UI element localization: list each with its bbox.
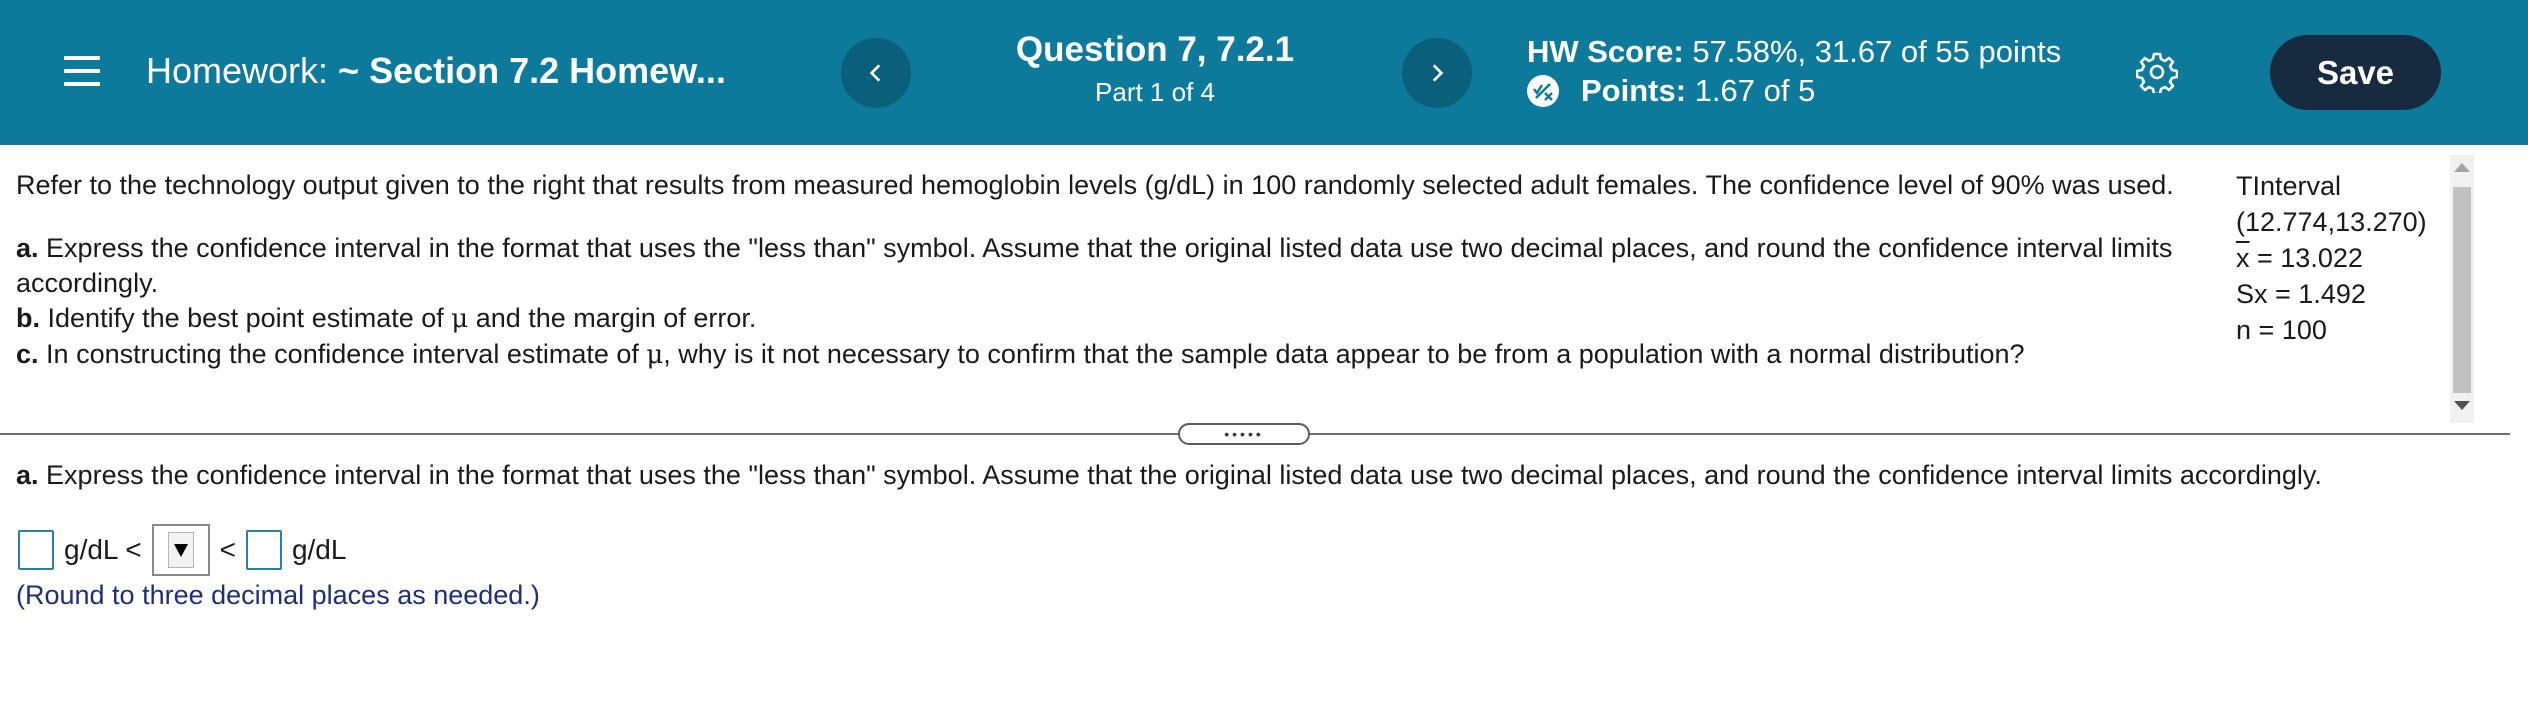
part-b-tail: and the margin of error. (475, 303, 757, 333)
rounding-note: (Round to three decimal places as needed… (16, 580, 540, 610)
part-a-text: Express the confidence interval in the f… (16, 233, 2173, 298)
n-value: = 100 (2258, 315, 2327, 345)
question-scrollbar[interactable] (2450, 155, 2474, 423)
caret-down-icon (173, 544, 188, 557)
answer-part-a-text: Express the confidence interval in the f… (46, 460, 2322, 490)
question-part: Part 1 of 4 (1095, 77, 1215, 107)
output-xbar: x = 13.022 (2236, 240, 2427, 276)
question-part-a: a. Express the confidence interval in th… (16, 231, 2196, 301)
output-title: TInterval (2236, 171, 2342, 201)
question-part-b: b. Identify the best point estimate of μ… (16, 301, 2196, 337)
menu-icon[interactable] (64, 56, 100, 86)
hw-score: HW Score: 57.58%, 31.67 of 55 points (1527, 34, 2061, 70)
hw-score-value: 57.58%, 31.67 of 55 points (1692, 34, 2062, 69)
upper-limit-input[interactable] (245, 530, 282, 570)
technology-output: TInterval (12.774,13.270) x = 13.022 Sx … (2236, 168, 2427, 348)
homework-section-name: ~ Section 7.2 Homew... (338, 50, 726, 91)
answer-part-a: a. Express the confidence interval in th… (16, 460, 2322, 491)
sx-label: Sx (2236, 279, 2268, 309)
dropdown-arrow (167, 532, 194, 568)
chevron-left-icon (869, 64, 881, 82)
question-text: Refer to the technology output given to … (16, 168, 2196, 373)
question-intro: Refer to the technology output given to … (16, 170, 2174, 200)
chevron-right-icon (1432, 64, 1444, 82)
question-points: Points: 1.67 of 5 (1527, 73, 1815, 109)
part-c-tail: , why is it not necessary to confirm tha… (663, 339, 2025, 369)
part-b-text: Identify the best point estimate of (47, 303, 444, 333)
partial-credit-icon (1527, 75, 1559, 107)
scroll-up-arrow-icon[interactable] (2454, 163, 2470, 172)
mu-symbol: μ (646, 340, 664, 370)
lower-limit-input[interactable] (18, 530, 54, 570)
xbar-symbol: x (2236, 243, 2250, 273)
less-than-symbol: < (219, 534, 236, 565)
homework-title: Homework: ~ Section 7.2 Homew... (146, 50, 726, 92)
part-c-label: c. (16, 339, 39, 369)
top-bar: Homework: ~ Section 7.2 Homew... Question… (0, 0, 2528, 145)
answer-row: g/dL < < g/dL (18, 524, 356, 576)
part-c-text: In constructing the confidence interval … (46, 339, 639, 369)
panel-resize-handle[interactable]: ••••• (1178, 423, 1310, 445)
scroll-thumb[interactable] (2453, 187, 2471, 393)
gear-icon[interactable] (2135, 51, 2179, 96)
save-button[interactable]: Save (2270, 35, 2441, 110)
question-part-c: c. In constructing the confidence interv… (16, 337, 2196, 373)
unit-left: g/dL < (64, 534, 142, 565)
output-interval: (12.774,13.270) (2236, 207, 2427, 237)
xbar-value: = 13.022 (2257, 243, 2363, 273)
homework-title-prefix: Homework: (146, 50, 329, 91)
sx-value: = 1.492 (2275, 279, 2366, 309)
points-value: 1.67 of 5 (1694, 73, 1816, 108)
points-label: Points: (1581, 73, 1687, 108)
part-a-label: a. (16, 233, 39, 263)
unit-right: g/dL (291, 534, 347, 565)
part-b-label: b. (16, 303, 40, 333)
output-sx: Sx = 1.492 (2236, 276, 2427, 312)
answer-part-a-label: a. (16, 460, 39, 490)
next-question-button[interactable] (1402, 38, 1472, 108)
scroll-down-arrow-icon[interactable] (2454, 401, 2470, 410)
question-title: Question 7, 7.2.1 (1015, 30, 1295, 69)
hw-score-label: HW Score: (1527, 34, 1684, 69)
mu-symbol: μ (451, 304, 469, 334)
output-n: n = 100 (2236, 312, 2427, 348)
parameter-dropdown[interactable] (151, 524, 210, 576)
previous-question-button[interactable] (841, 38, 911, 108)
n-label: n (2236, 315, 2252, 345)
